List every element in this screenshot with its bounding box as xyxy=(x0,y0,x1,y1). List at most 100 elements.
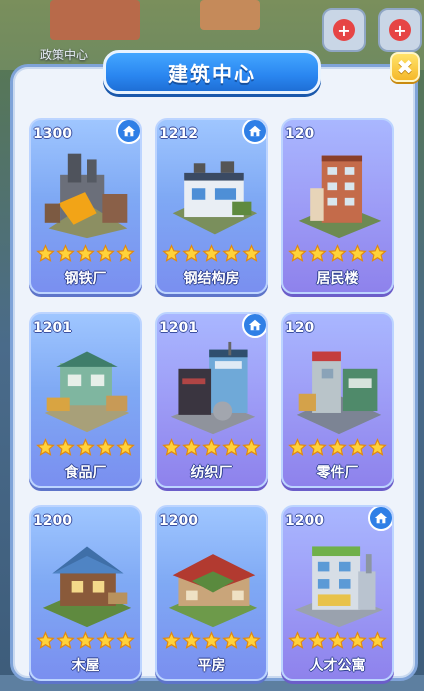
star-icon xyxy=(56,244,75,267)
bungalow-icon xyxy=(163,533,263,629)
star-rating xyxy=(157,244,266,267)
building-level: 1201 xyxy=(33,320,72,336)
close-button[interactable]: ✖ xyxy=(390,52,420,82)
talent-apartment-icon xyxy=(289,533,389,629)
star-icon xyxy=(328,244,347,267)
building-card[interactable]: 1212 钢结构房 xyxy=(155,118,268,294)
building-name: 钢结构房 xyxy=(183,271,240,287)
star-icon xyxy=(288,438,307,461)
building-card[interactable]: 120 居民楼 xyxy=(281,118,394,294)
building-name: 木屋 xyxy=(71,658,100,674)
star-rating xyxy=(283,244,392,267)
star-icon xyxy=(76,631,95,654)
star-icon xyxy=(96,631,115,654)
star-icon xyxy=(328,438,347,461)
star-rating xyxy=(31,438,140,461)
apartment-icon xyxy=(289,146,389,242)
star-icon xyxy=(222,438,241,461)
star-icon xyxy=(162,438,181,461)
star-icon xyxy=(36,631,55,654)
home-icon xyxy=(242,314,266,338)
star-icon xyxy=(308,438,327,461)
star-icon xyxy=(202,244,221,267)
star-icon xyxy=(242,244,261,267)
building-name: 食品厂 xyxy=(64,465,107,481)
star-icon xyxy=(116,631,135,654)
star-rating xyxy=(283,438,392,461)
star-icon xyxy=(182,244,201,267)
home-icon xyxy=(116,120,140,144)
star-icon xyxy=(96,438,115,461)
building-card[interactable]: 120 零件厂 xyxy=(281,312,394,488)
star-icon xyxy=(96,244,115,267)
building-card[interactable]: 1200 人才公寓 xyxy=(281,505,394,681)
building-name: 人才公寓 xyxy=(309,658,366,674)
building-level: 120 xyxy=(285,126,315,142)
star-icon xyxy=(182,631,201,654)
building-card[interactable]: 1201 食品厂 xyxy=(29,312,142,488)
star-icon xyxy=(368,244,387,267)
star-icon xyxy=(222,631,241,654)
building-name: 零件厂 xyxy=(316,465,359,481)
star-icon xyxy=(348,244,367,267)
star-icon xyxy=(288,244,307,267)
building-level: 120 xyxy=(285,320,315,336)
star-rating xyxy=(157,438,266,461)
steel-house-icon xyxy=(163,146,263,242)
star-rating xyxy=(157,631,266,654)
background-medical-button[interactable]: + xyxy=(378,8,422,52)
building-card[interactable]: 1200 木屋 xyxy=(29,505,142,681)
close-icon: ✖ xyxy=(396,55,414,79)
building-level: 1212 xyxy=(159,126,198,142)
building-name: 钢铁厂 xyxy=(64,271,107,287)
star-icon xyxy=(328,631,347,654)
building-name: 居民楼 xyxy=(316,271,359,287)
background-building xyxy=(200,0,260,30)
building-card[interactable]: 1201 纺织厂 xyxy=(155,312,268,488)
star-icon xyxy=(308,244,327,267)
star-icon xyxy=(76,244,95,267)
building-level: 1300 xyxy=(33,126,72,142)
star-icon xyxy=(288,631,307,654)
star-icon xyxy=(162,244,181,267)
star-icon xyxy=(56,631,75,654)
star-icon xyxy=(36,438,55,461)
star-icon xyxy=(368,631,387,654)
star-icon xyxy=(116,438,135,461)
star-icon xyxy=(202,438,221,461)
star-icon xyxy=(162,631,181,654)
background-label: 政策中心 xyxy=(40,48,89,62)
building-level: 1200 xyxy=(285,513,324,529)
star-rating xyxy=(31,244,140,267)
background-building xyxy=(50,0,140,40)
home-icon xyxy=(368,507,392,531)
building-name: 纺织厂 xyxy=(190,465,233,481)
dialog-title-banner: 建筑中心 xyxy=(103,50,321,94)
parts-factory-icon xyxy=(289,340,389,436)
building-level: 1201 xyxy=(159,320,198,336)
medical-cross-icon: + xyxy=(333,19,355,41)
building-name: 平房 xyxy=(197,658,226,674)
star-icon xyxy=(348,631,367,654)
star-icon xyxy=(242,631,261,654)
wood-cabin-icon xyxy=(37,533,137,629)
textile-mill-icon xyxy=(163,340,263,436)
background-medical-button[interactable]: + xyxy=(322,8,366,52)
star-icon xyxy=(76,438,95,461)
star-icon xyxy=(202,631,221,654)
building-level: 1200 xyxy=(33,513,72,529)
star-rating xyxy=(31,631,140,654)
food-factory-icon xyxy=(37,340,137,436)
star-icon xyxy=(182,438,201,461)
star-icon xyxy=(36,244,55,267)
star-icon xyxy=(368,438,387,461)
medical-cross-icon: + xyxy=(389,19,411,41)
star-icon xyxy=(116,244,135,267)
star-icon xyxy=(308,631,327,654)
building-card[interactable]: 1200 平房 xyxy=(155,505,268,681)
dialog-title: 建筑中心 xyxy=(168,61,256,86)
steel-mill-icon xyxy=(37,146,137,242)
star-icon xyxy=(348,438,367,461)
star-icon xyxy=(222,244,241,267)
building-card[interactable]: 1300 钢铁厂 xyxy=(29,118,142,294)
